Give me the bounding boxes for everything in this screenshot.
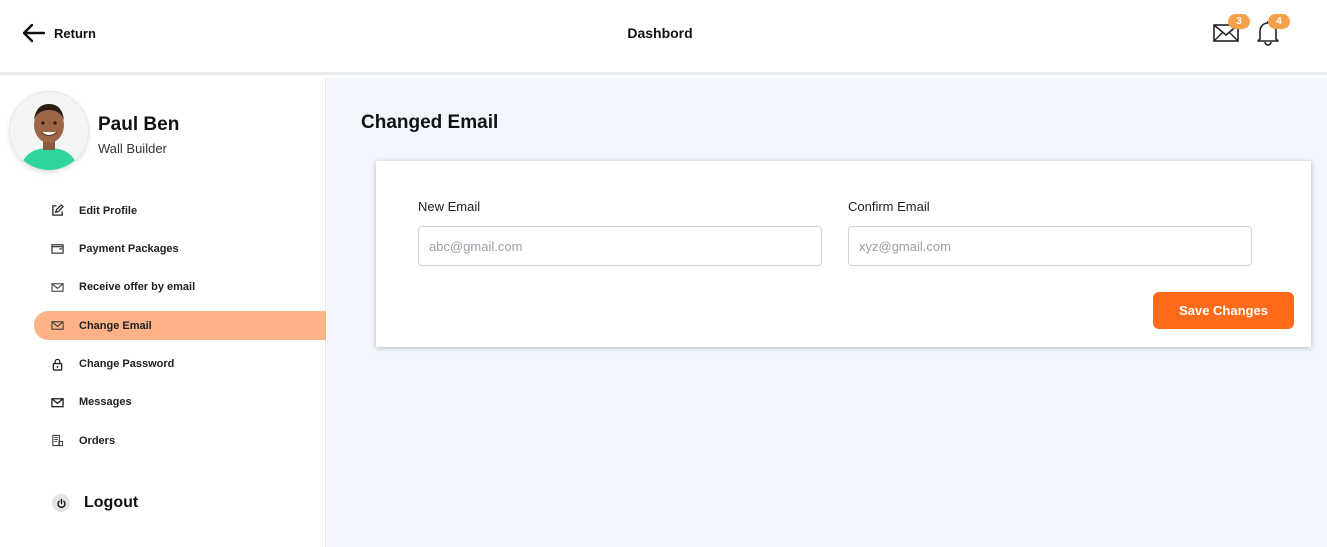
sidebar: Paul Ben Wall Builder Edit Profile Payme… [0,78,326,547]
return-label: Return [54,25,96,41]
arrow-left-icon [22,23,46,43]
return-button[interactable]: Return [22,22,96,44]
new-email-label: New Email [418,199,481,214]
logout-label: Logout [84,494,139,511]
confirm-email-input[interactable] [848,226,1252,266]
sidebar-item-label: Messages [79,396,132,409]
profile-role: Wall Builder [98,141,167,156]
wallet-icon [50,242,64,256]
main-content: Changed Email New Email Confirm Email Sa… [327,78,1327,547]
sidebar-menu: Edit Profile Payment Packages Receive of… [34,196,326,465]
sidebar-item-receive-offer[interactable]: Receive offer by email [34,273,326,302]
sidebar-item-orders[interactable]: Orders [34,426,326,455]
mail-button[interactable]: 3 [1212,14,1250,49]
avatar [10,92,88,170]
sidebar-item-label: Receive offer by email [79,281,196,294]
change-email-card: New Email Confirm Email Save Changes [376,161,1311,347]
notification-button[interactable]: 4 [1254,14,1290,51]
mail-count-badge: 3 [1228,14,1250,29]
avatar-image [10,92,88,170]
page-title: Dashbord [627,25,693,41]
sidebar-item-label: Edit Profile [79,204,138,217]
sidebar-item-label: Payment Packages [79,242,179,255]
sidebar-item-payment-packages[interactable]: Payment Packages [34,234,326,263]
save-changes-button[interactable]: Save Changes [1153,292,1294,329]
confirm-email-label: Confirm Email [848,199,930,214]
receipt-icon [50,434,64,448]
sidebar-item-messages[interactable]: Messages [34,388,326,417]
sidebar-item-label: Change Password [79,358,175,371]
mail-icon [50,280,64,294]
sidebar-item-label: Change Email [79,319,152,332]
profile-name: Paul Ben [98,114,180,135]
mail-icon [50,319,64,333]
power-icon [52,494,70,512]
new-email-input[interactable] [418,226,822,266]
sidebar-item-change-password[interactable]: Change Password [34,350,326,379]
sidebar-item-change-email[interactable]: Change Email [34,311,326,341]
logout-button[interactable]: Logout [52,494,138,512]
sidebar-item-label: Orders [79,434,116,447]
top-bar: Return Dashbord 3 4 [0,0,1327,75]
edit-icon [50,204,64,218]
lock-icon [50,357,64,371]
notification-count-badge: 4 [1268,14,1290,29]
mail-icon [50,395,64,409]
sidebar-item-edit-profile[interactable]: Edit Profile [34,196,326,225]
section-title: Changed Email [361,112,499,133]
